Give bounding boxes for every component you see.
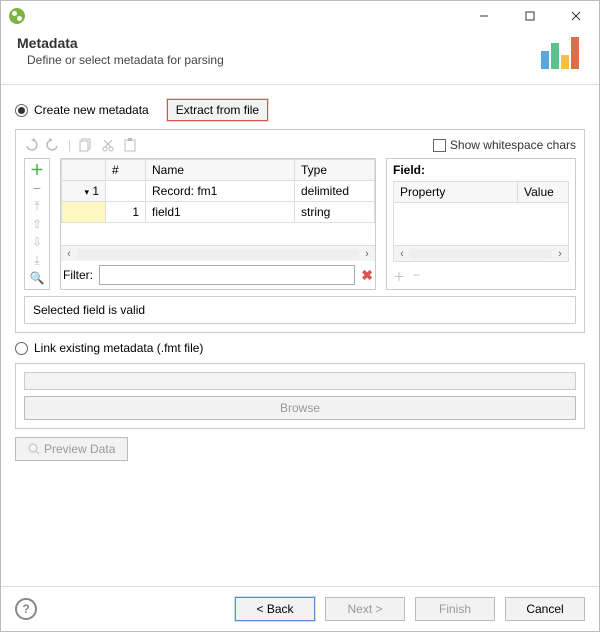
- titlebar: [1, 1, 599, 31]
- copy-icon[interactable]: [79, 138, 93, 152]
- table-row[interactable]: 1 field1 string: [62, 202, 375, 223]
- cut-icon[interactable]: [101, 138, 115, 152]
- close-button[interactable]: [553, 1, 599, 31]
- column-number[interactable]: #: [106, 160, 146, 181]
- link-path-input: [24, 372, 576, 390]
- link-metadata-radio[interactable]: [15, 342, 28, 355]
- dialog-window: Metadata Define or select metadata for p…: [0, 0, 600, 632]
- dialog-footer: ? < Back Next > Finish Cancel: [1, 586, 599, 631]
- move-down-icon[interactable]: ⇩: [29, 235, 45, 249]
- next-button[interactable]: Next >: [325, 597, 405, 621]
- app-icon: [9, 8, 25, 24]
- metadata-editor-panel: | Show whitespace chars ＋ − ⤒ ⇧ ⇩ ⤓ 🔍: [15, 129, 585, 333]
- page-subtitle: Define or select metadata for parsing: [17, 53, 224, 67]
- browse-button[interactable]: Browse: [24, 396, 576, 420]
- horizontal-scrollbar[interactable]: ‹ ›: [61, 245, 375, 261]
- column-value[interactable]: Value: [518, 182, 568, 202]
- table-row[interactable]: ▾ 1 Record: fm1 delimited: [62, 181, 375, 202]
- horizontal-scrollbar[interactable]: ‹ ›: [394, 245, 568, 261]
- properties-table[interactable]: Property Value ‹ ›: [393, 181, 569, 262]
- remove-property-icon[interactable]: −: [413, 268, 420, 285]
- metadata-source-group: Create new metadata Extract from file: [15, 99, 585, 121]
- add-property-icon[interactable]: ＋: [393, 268, 405, 285]
- create-metadata-radio[interactable]: [15, 104, 28, 117]
- column-name[interactable]: Name: [146, 160, 295, 181]
- column-property[interactable]: Property: [394, 182, 518, 202]
- dialog-header: Metadata Define or select metadata for p…: [1, 31, 599, 85]
- finish-button[interactable]: Finish: [415, 597, 495, 621]
- add-icon[interactable]: ＋: [29, 163, 45, 177]
- link-path-panel: Browse: [15, 363, 585, 429]
- fields-table[interactable]: # Name Type ▾ 1 Record: fm1 delimited: [60, 158, 376, 290]
- banner-icon: [539, 35, 583, 74]
- scroll-right-icon[interactable]: ›: [552, 248, 568, 260]
- redo-icon[interactable]: [46, 138, 60, 152]
- checkbox-icon: [433, 139, 446, 152]
- row-toolbar: ＋ − ⤒ ⇧ ⇩ ⤓ 🔍: [24, 158, 50, 290]
- remove-icon[interactable]: −: [29, 181, 45, 195]
- field-properties-panel: Field: Property Value ‹ ›: [386, 158, 576, 290]
- move-bottom-icon[interactable]: ⤓: [29, 253, 45, 267]
- filter-input[interactable]: [99, 265, 355, 285]
- link-metadata-group: Link existing metadata (.fmt file): [15, 341, 585, 355]
- page-title: Metadata: [17, 35, 224, 51]
- undo-icon[interactable]: [24, 138, 38, 152]
- back-button[interactable]: < Back: [235, 597, 315, 621]
- scroll-left-icon[interactable]: ‹: [394, 248, 410, 260]
- maximize-button[interactable]: [507, 1, 553, 31]
- minimize-button[interactable]: [461, 1, 507, 31]
- clear-filter-icon[interactable]: ✖: [361, 267, 373, 284]
- validation-status: Selected field is valid: [24, 296, 576, 324]
- scroll-left-icon[interactable]: ‹: [61, 248, 77, 260]
- move-up-icon[interactable]: ⇧: [29, 217, 45, 231]
- preview-data-button[interactable]: Preview Data: [15, 437, 128, 461]
- filter-label: Filter:: [63, 268, 93, 282]
- move-top-icon[interactable]: ⤒: [29, 199, 45, 213]
- scroll-right-icon[interactable]: ›: [359, 248, 375, 260]
- expand-icon[interactable]: ▾: [84, 187, 89, 197]
- field-panel-title: Field:: [393, 163, 569, 177]
- show-whitespace-checkbox[interactable]: Show whitespace chars: [433, 138, 576, 152]
- create-metadata-label: Create new metadata: [34, 103, 149, 117]
- show-whitespace-label: Show whitespace chars: [450, 138, 576, 152]
- editor-toolbar: | Show whitespace chars: [24, 138, 576, 152]
- column-type[interactable]: Type: [295, 160, 375, 181]
- link-metadata-label: Link existing metadata (.fmt file): [34, 341, 203, 355]
- extract-from-file-button[interactable]: Extract from file: [167, 99, 268, 121]
- search-icon[interactable]: 🔍: [29, 271, 45, 285]
- help-icon[interactable]: ?: [15, 598, 37, 620]
- cancel-button[interactable]: Cancel: [505, 597, 585, 621]
- paste-icon[interactable]: [123, 138, 137, 152]
